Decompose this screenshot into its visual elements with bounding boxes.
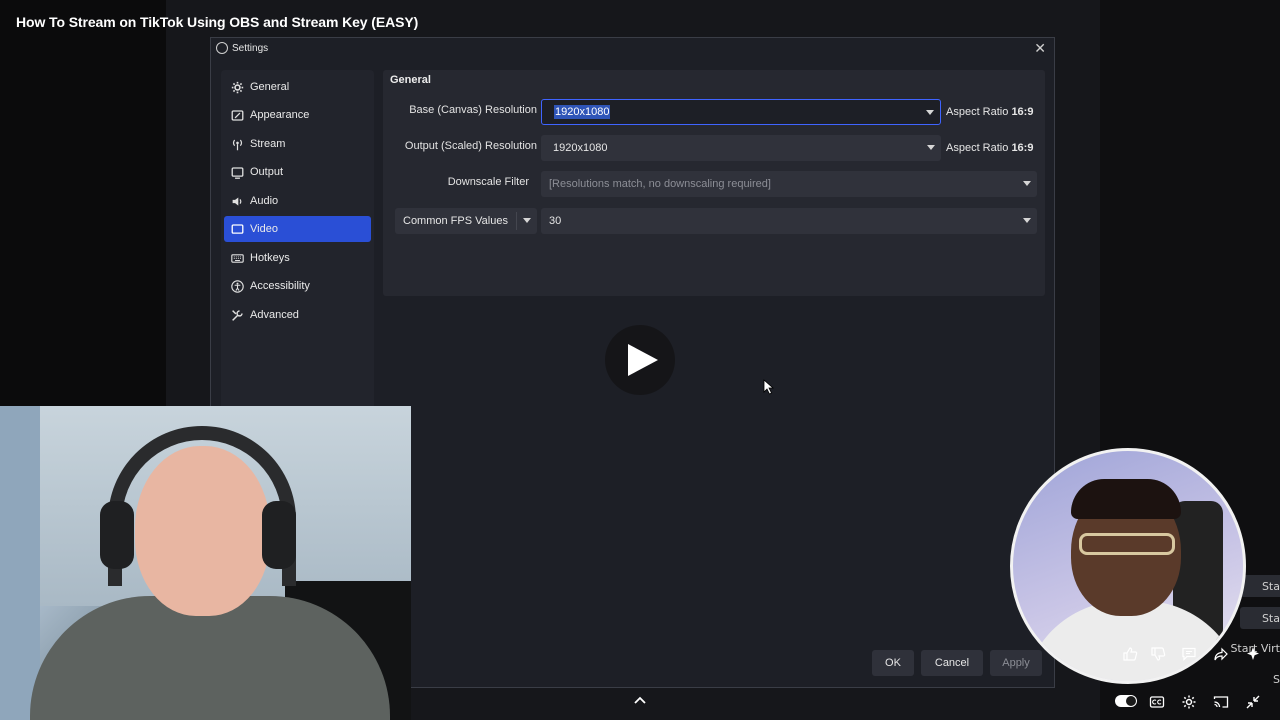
sidebar-item-accessibility[interactable]: Accessibility <box>224 273 371 299</box>
chevron-down-icon <box>926 110 934 115</box>
autoplay-toggle[interactable] <box>1115 695 1137 707</box>
webcam-left <box>0 406 411 720</box>
sidebar-item-label: Output <box>250 166 284 178</box>
video-title[interactable]: How To Stream on TikTok Using OBS and St… <box>16 14 418 30</box>
base-aspect-ratio: Aspect Ratio 16:9 <box>946 106 1033 118</box>
accessibility-icon <box>230 279 244 293</box>
downscale-filter-combobox[interactable]: [Resolutions match, no downscaling requi… <box>541 171 1037 197</box>
settings-gear-icon[interactable] <box>1178 693 1200 711</box>
chevron-down-icon <box>1023 218 1031 223</box>
output-aspect-ratio: Aspect Ratio 16:9 <box>946 142 1033 154</box>
output-resolution-label: Output (Scaled) Resolution <box>404 140 537 152</box>
sidebar-item-label: Stream <box>250 138 286 150</box>
glasses <box>1079 533 1175 555</box>
chevron-down-icon <box>927 145 935 150</box>
section-title: General <box>390 74 431 86</box>
share-icon[interactable] <box>1211 645 1231 663</box>
appearance-icon <box>230 108 244 122</box>
broadcast-icon <box>230 137 244 151</box>
fps-type-value: Common FPS Values <box>403 215 508 227</box>
obs-control-fragment: Sta <box>1261 612 1280 625</box>
chevron-up-icon[interactable] <box>632 694 648 706</box>
obs-control-fragment: S <box>1273 673 1280 686</box>
sidebar-item-hotkeys[interactable]: Hotkeys <box>224 245 371 271</box>
comment-icon[interactable] <box>1179 645 1199 663</box>
downscale-filter-value: [Resolutions match, no downscaling requi… <box>549 178 771 190</box>
sidebar-item-label: Video <box>250 223 278 235</box>
output-icon <box>230 165 244 179</box>
sidebar-item-advanced[interactable]: Advanced <box>224 302 371 328</box>
like-icon[interactable] <box>1120 645 1140 663</box>
sidebar-item-appearance[interactable]: Appearance <box>224 102 371 128</box>
sidebar-item-label: Appearance <box>250 109 310 121</box>
fps-type-combobox[interactable]: Common FPS Values <box>395 208 537 234</box>
ear-cup <box>262 501 296 569</box>
chevron-down-icon <box>1023 181 1031 186</box>
aspect-ratio-value: 16:9 <box>1011 142 1034 154</box>
sidebar-item-label: Advanced <box>250 309 299 321</box>
obs-control-fragment: Sta <box>1261 580 1280 593</box>
captions-icon[interactable] <box>1146 693 1168 711</box>
base-resolution-combobox[interactable]: 1920x1080 <box>541 99 941 125</box>
cast-icon[interactable] <box>1210 693 1232 711</box>
sidebar-item-video[interactable]: Video <box>224 216 371 242</box>
ok-button[interactable]: OK <box>872 650 914 676</box>
ear-cup <box>100 501 134 569</box>
hair <box>1071 479 1181 519</box>
monitor-icon <box>230 222 244 236</box>
speaker-icon <box>230 194 244 208</box>
toggle-knob <box>1126 696 1136 706</box>
sidebar-item-label: Audio <box>250 195 279 207</box>
video-player[interactable]: Sta Sta Start Virt S How To Stream on Ti… <box>0 0 1280 720</box>
sidebar-item-label: Hotkeys <box>250 252 290 264</box>
keyboard-icon <box>230 251 244 265</box>
window <box>0 406 40 720</box>
wrench-icon <box>230 308 244 322</box>
gear-icon <box>230 80 244 94</box>
video-settings-panel: General Base (Canvas) Resolution 1920x10… <box>383 70 1045 296</box>
obs-logo-icon <box>216 42 228 54</box>
output-resolution-value: 1920x1080 <box>553 142 608 154</box>
chevron-down-icon <box>523 218 531 223</box>
sidebar-item-audio[interactable]: Audio <box>224 188 371 214</box>
base-resolution-value: 1920x1080 <box>554 105 611 119</box>
play-icon <box>627 344 658 376</box>
dialog-titlebar: Settings ✕ <box>211 38 1054 60</box>
aspect-ratio-value: 16:9 <box>1011 106 1034 118</box>
fps-value: 30 <box>549 215 562 227</box>
base-resolution-label: Base (Canvas) Resolution <box>409 104 537 116</box>
sidebar-item-general[interactable]: General <box>224 74 371 100</box>
exit-fullscreen-icon[interactable] <box>1242 693 1264 711</box>
sidebar-item-label: General <box>250 81 290 93</box>
mouse-cursor-icon <box>763 379 775 395</box>
dislike-icon[interactable] <box>1148 645 1168 663</box>
close-icon[interactable]: ✕ <box>1034 40 1046 57</box>
aspect-ratio-label: Aspect Ratio <box>946 142 1009 154</box>
sidebar-item-label: Accessibility <box>250 280 310 292</box>
combobox-divider <box>516 212 517 230</box>
cancel-button[interactable]: Cancel <box>921 650 983 676</box>
downscale-filter-label: Downscale Filter <box>447 176 529 188</box>
sidebar-item-stream[interactable]: Stream <box>224 131 371 157</box>
sidebar-item-output[interactable]: Output <box>224 159 371 185</box>
aspect-ratio-label: Aspect Ratio <box>946 106 1009 118</box>
output-resolution-combobox[interactable]: 1920x1080 <box>541 135 941 161</box>
play-button[interactable] <box>605 325 675 395</box>
fps-value-combobox[interactable]: 30 <box>541 208 1037 234</box>
sparkle-icon[interactable] <box>1243 645 1263 663</box>
dialog-title: Settings <box>232 43 269 54</box>
